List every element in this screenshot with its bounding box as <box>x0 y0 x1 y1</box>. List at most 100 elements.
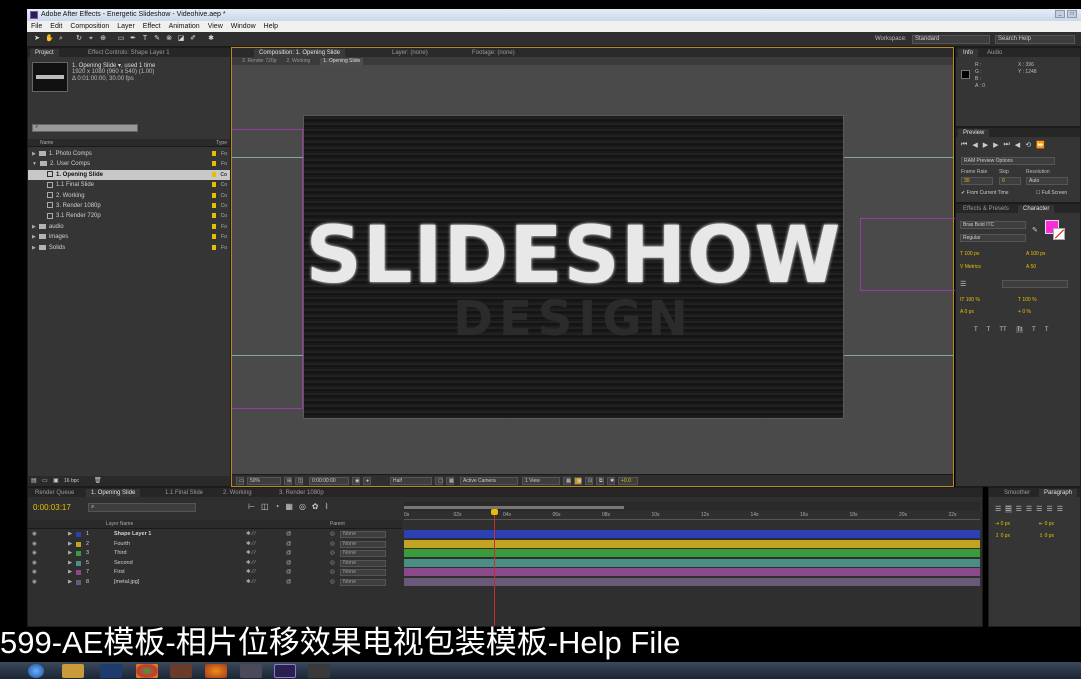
exposure-value[interactable]: +0.0 <box>618 477 638 485</box>
text-tool-icon[interactable]: T <box>141 35 149 43</box>
kerning-field[interactable]: V Metrics <box>960 264 981 270</box>
toggle-pixel-icon[interactable]: ▦ <box>563 477 571 485</box>
puppet-tool-icon[interactable]: ✱ <box>207 35 215 43</box>
viewer-timecode[interactable]: 0:00:00:00 <box>309 477 349 485</box>
play-icon[interactable]: ▶ <box>983 141 988 149</box>
menu-composition[interactable]: Composition <box>70 23 109 30</box>
label-color-swatch[interactable] <box>212 223 216 229</box>
stroke-style-dropdown[interactable] <box>1002 280 1068 288</box>
vertical-scale-field[interactable]: IT 100 % <box>960 297 980 303</box>
loop-icon[interactable]: ⟲ <box>1025 141 1031 149</box>
chrome-taskbar-icon[interactable] <box>136 664 158 678</box>
from-current-time-checkbox[interactable]: ✔ From Current Time <box>961 190 1009 196</box>
baseline-shift-field[interactable]: A 0 px <box>960 309 974 315</box>
comp-mini-flowchart-icon[interactable]: ⊢ <box>248 502 255 511</box>
project-item[interactable]: ▶ Solids Fo <box>28 243 230 253</box>
tab-character[interactable]: Character <box>1018 205 1055 213</box>
last-frame-icon[interactable]: ⏭ <box>1003 141 1009 149</box>
tab-final-slide[interactable]: 1.1 Final Slide <box>160 489 208 497</box>
expanded-arrow-icon[interactable]: ▼ <box>32 161 37 167</box>
bit-depth[interactable]: 16 bpc <box>64 478 79 484</box>
delete-icon[interactable]: 🗑 <box>94 477 102 484</box>
timeline-icon[interactable]: ⊡ <box>585 477 593 485</box>
maximize-icon[interactable]: □ <box>1067 10 1077 18</box>
camera-tool-icon[interactable]: ⌖ <box>87 35 95 43</box>
space-before-field[interactable]: ↧ 0 px <box>995 533 1010 539</box>
full-screen-checkbox[interactable]: ☐ Full Screen <box>1036 190 1067 196</box>
label-color-swatch[interactable] <box>212 171 216 177</box>
breadcrumb-opening-slide[interactable]: 1. Opening Slide <box>320 58 364 65</box>
tab-layer[interactable]: Layer: (none) <box>387 49 433 57</box>
justify-right-icon[interactable]: ☰ <box>1046 505 1052 513</box>
small-caps-button[interactable]: Tt <box>1015 327 1024 333</box>
label-color-swatch[interactable] <box>212 182 216 188</box>
tab-project[interactable]: Project <box>30 49 59 57</box>
resolution-field[interactable]: Auto <box>1026 177 1068 185</box>
explorer-taskbar-icon[interactable] <box>62 664 84 678</box>
menu-file[interactable]: File <box>31 23 42 30</box>
project-item[interactable]: 2. Working Co <box>28 191 230 201</box>
after-effects-taskbar-icon[interactable] <box>274 664 296 678</box>
menu-layer[interactable]: Layer <box>117 23 135 30</box>
layer-duration-bar[interactable] <box>404 558 980 567</box>
brainstorm-icon[interactable]: ✿ <box>312 502 319 511</box>
current-timecode[interactable]: 0:00:03:17 <box>33 503 71 512</box>
interpret-footage-icon[interactable]: ▤ <box>31 477 37 484</box>
minimize-icon[interactable]: _ <box>1055 10 1065 18</box>
ram-preview-options[interactable]: RAM Preview Options <box>961 157 1055 165</box>
tsume-field[interactable]: + 0 % <box>1018 309 1031 315</box>
skip-field[interactable]: 0 <box>999 177 1021 185</box>
draft-3d-icon[interactable]: ◫ <box>261 502 269 511</box>
align-center-icon[interactable]: ☰ <box>1005 505 1012 513</box>
grid-icon[interactable]: ⊞ <box>284 477 292 485</box>
tab-effect-controls[interactable]: Effect Controls: Shape Layer 1 <box>83 49 175 57</box>
label-color-swatch[interactable] <box>212 244 216 250</box>
misc-taskbar-icon[interactable] <box>308 664 330 678</box>
tab-render-queue[interactable]: Render Queue <box>30 489 79 497</box>
label-color-swatch[interactable] <box>212 151 216 156</box>
project-item[interactable]: ▶ 1. Photo Comps Fo <box>28 149 230 159</box>
first-frame-icon[interactable]: ⏮ <box>961 141 967 149</box>
indent-right-field[interactable]: ⇤ 0 px <box>1039 521 1054 527</box>
exposure-icon[interactable]: ✱ <box>607 477 615 485</box>
menu-edit[interactable]: Edit <box>50 23 62 30</box>
tracking-field[interactable]: A 50 <box>1026 264 1036 270</box>
align-left-icon[interactable]: ☰ <box>995 505 1001 513</box>
project-search-input[interactable]: ⌕ <box>32 124 138 132</box>
rectangle-tool-icon[interactable]: ▭ <box>117 35 125 43</box>
playhead-handle[interactable] <box>491 509 498 515</box>
fast-previews-icon[interactable]: ▣ <box>574 477 582 485</box>
col-parent[interactable]: Parent <box>330 521 345 527</box>
pan-behind-tool-icon[interactable]: ⊕ <box>99 35 107 43</box>
shy-layers-icon[interactable]: ◔ <box>275 502 280 511</box>
faux-bold-button[interactable]: T <box>974 327 978 333</box>
tab-smoother[interactable]: Smoother <box>999 489 1035 497</box>
view-layout-dropdown[interactable]: 1 View <box>522 477 560 485</box>
project-item[interactable]: 1. Opening Slide Co <box>28 169 230 180</box>
ram-preview-icon[interactable]: ⏩ <box>1036 141 1045 149</box>
project-item[interactable]: 3. Render 1080p Co <box>28 201 230 211</box>
tab-audio[interactable]: Audio <box>982 49 1007 57</box>
menu-help[interactable]: Help <box>264 23 278 30</box>
tab-preview[interactable]: Preview <box>958 129 990 137</box>
frame-rate-field[interactable]: 30 <box>961 177 993 185</box>
always-preview-icon[interactable]: ▭ <box>236 477 244 485</box>
collapsed-arrow-icon[interactable]: ▶ <box>32 224 36 230</box>
space-after-field[interactable]: ↥ 0 px <box>1039 533 1054 539</box>
start-button-icon[interactable] <box>28 664 44 678</box>
current-time-indicator[interactable] <box>494 510 495 626</box>
eyedropper-icon[interactable]: ✎ <box>1032 226 1038 234</box>
collapsed-arrow-icon[interactable]: ▶ <box>32 151 36 157</box>
timeline-search-input[interactable]: ⌕ <box>88 503 196 512</box>
justify-left-icon[interactable]: ☰ <box>1026 505 1032 513</box>
motion-blur-icon[interactable]: ◎ <box>299 502 306 511</box>
project-item[interactable]: 3.1 Render 720p Co <box>28 211 230 221</box>
label-color-swatch[interactable] <box>212 161 216 167</box>
tab-working[interactable]: 2. Working <box>218 489 257 497</box>
all-caps-button[interactable]: TT <box>999 327 1006 333</box>
label-color-swatch[interactable] <box>212 203 216 208</box>
pen-tool-icon[interactable]: ✒ <box>129 35 137 43</box>
collapsed-arrow-icon[interactable]: ▶ <box>32 245 36 251</box>
next-frame-icon[interactable]: ▶ <box>993 141 998 149</box>
zoom-tool-icon[interactable]: ⌕ <box>57 35 65 43</box>
